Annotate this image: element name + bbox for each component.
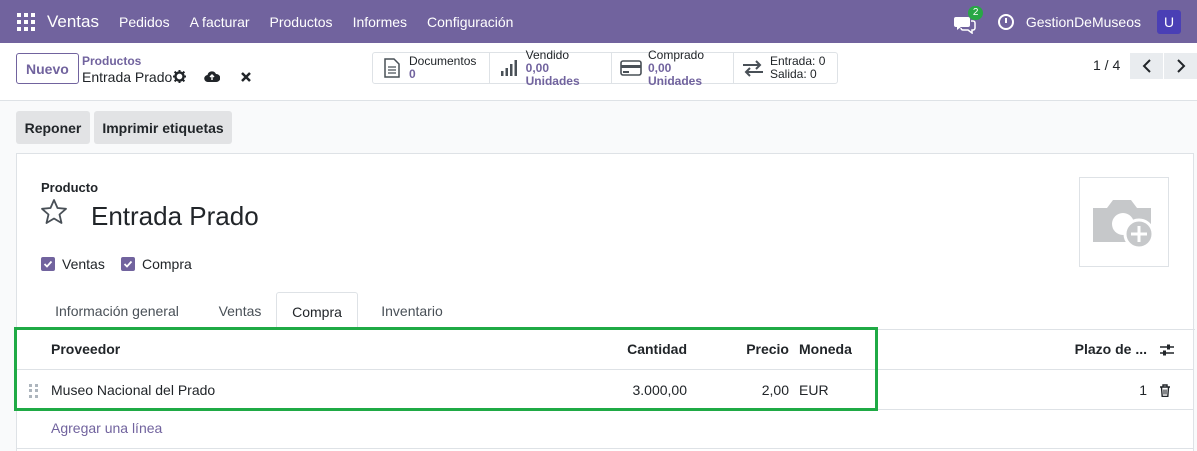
header-lead-time[interactable]: Plazo de ... bbox=[1075, 330, 1147, 368]
can-be-sold-label: Ventas bbox=[62, 256, 105, 272]
pager-previous-button[interactable] bbox=[1130, 53, 1163, 79]
record-actions bbox=[173, 70, 252, 83]
pager-counter[interactable]: 1 / 4 bbox=[1093, 57, 1120, 73]
add-line-link[interactable]: Agregar una línea bbox=[51, 420, 162, 436]
replenish-button[interactable]: Reponer bbox=[16, 111, 90, 144]
tab-inventory[interactable]: Inventario bbox=[364, 292, 460, 330]
document-icon bbox=[384, 58, 400, 78]
documents-smart-button[interactable]: Documentos 0 bbox=[373, 53, 490, 83]
can-be-purchased-label: Compra bbox=[142, 256, 192, 272]
product-field-label: Producto bbox=[41, 180, 99, 195]
breadcrumb-current-label: Entrada Prado bbox=[82, 69, 173, 85]
transfer-icon bbox=[743, 60, 763, 77]
row-lead-time[interactable]: 1 bbox=[1139, 371, 1147, 409]
table-bottom-divider bbox=[17, 448, 1193, 449]
menu-informes[interactable]: Informes bbox=[353, 14, 407, 30]
menu-configuracion[interactable]: Configuración bbox=[427, 14, 513, 30]
menu-productos[interactable]: Productos bbox=[270, 14, 333, 30]
gear-icon[interactable] bbox=[173, 70, 186, 83]
in-out-smart-button[interactable]: Entrada: 0 Salida: 0 bbox=[734, 53, 837, 83]
favorite-star-icon[interactable] bbox=[39, 197, 69, 227]
top-navbar: Ventas Pedidos A facturar Productos Info… bbox=[0, 0, 1197, 43]
company-name[interactable]: GestionDeMuseos bbox=[1026, 14, 1141, 30]
chat-button[interactable]: 2 bbox=[953, 5, 984, 34]
can-be-sold-checkbox[interactable]: Ventas bbox=[41, 256, 105, 272]
optional-columns-toggle-icon[interactable] bbox=[1159, 343, 1175, 357]
breadcrumb-current: Entrada Prado bbox=[82, 69, 172, 85]
sold-label: Vendido bbox=[525, 47, 570, 62]
product-image-placeholder[interactable] bbox=[1079, 177, 1169, 267]
bar-chart-icon bbox=[500, 60, 517, 76]
documents-label: Documentos bbox=[409, 54, 477, 68]
outgoing-label: Salida: 0 bbox=[770, 67, 817, 81]
print-labels-button[interactable]: Imprimir etiquetas bbox=[94, 111, 232, 144]
pager-buttons bbox=[1130, 53, 1197, 79]
highlight-box bbox=[14, 327, 878, 411]
purchased-value: 0,00 Unidades bbox=[648, 60, 703, 88]
chevron-left-icon bbox=[1142, 59, 1151, 73]
pager-next-button[interactable] bbox=[1164, 53, 1197, 79]
chat-count-badge: 2 bbox=[967, 5, 984, 20]
camera-add-icon bbox=[1093, 200, 1155, 250]
smart-buttons: Documentos 0 Vendido 0,00 Unidades Compr… bbox=[372, 48, 838, 87]
save-cloud-icon[interactable] bbox=[204, 70, 220, 83]
trash-icon[interactable] bbox=[1159, 384, 1171, 397]
control-panel: Nuevo Productos Entrada Prado Documentos… bbox=[0, 43, 1197, 101]
tab-sales[interactable]: Ventas bbox=[200, 292, 280, 330]
sold-value: 0,00 Unidades bbox=[525, 60, 580, 88]
checkbox-checked-icon bbox=[121, 257, 135, 271]
form-tabs: Información general Ventas Compra Invent… bbox=[42, 292, 1195, 330]
can-be-purchased-checkbox[interactable]: Compra bbox=[121, 256, 192, 272]
menu-a-facturar[interactable]: A facturar bbox=[190, 14, 250, 30]
sold-smart-button[interactable]: Vendido 0,00 Unidades bbox=[490, 48, 612, 87]
tab-purchase[interactable]: Compra bbox=[276, 292, 358, 330]
discard-close-icon[interactable] bbox=[240, 71, 252, 83]
activity-clock-icon[interactable] bbox=[997, 13, 1014, 30]
chevron-right-icon bbox=[1176, 59, 1185, 73]
menu-pedidos[interactable]: Pedidos bbox=[119, 14, 170, 30]
user-avatar[interactable]: U bbox=[1157, 9, 1181, 34]
credit-card-icon bbox=[620, 60, 642, 76]
checkbox-checked-icon bbox=[41, 257, 55, 271]
purchased-smart-button[interactable]: Comprado 0,00 Unidades bbox=[612, 48, 734, 87]
product-name[interactable]: Entrada Prado bbox=[91, 201, 259, 232]
new-button[interactable]: Nuevo bbox=[16, 53, 79, 84]
app-name[interactable]: Ventas bbox=[47, 12, 99, 32]
documents-value: 0 bbox=[409, 67, 416, 81]
purchased-label: Comprado bbox=[648, 47, 705, 62]
breadcrumb-parent[interactable]: Productos bbox=[82, 54, 141, 68]
tab-general-info[interactable]: Información general bbox=[42, 292, 192, 330]
apps-grid-icon[interactable] bbox=[17, 12, 35, 31]
